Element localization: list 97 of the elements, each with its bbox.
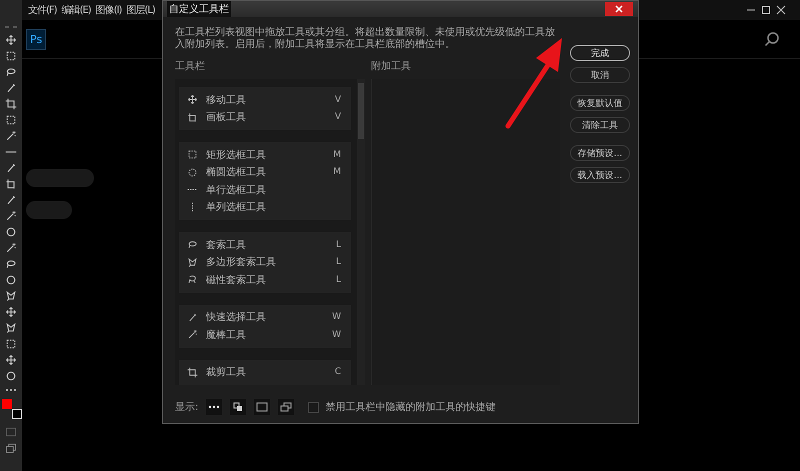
tool-icon[interactable] [5,194,17,206]
shortcut-key: L [336,257,341,268]
app-logo: Ps [26,28,46,50]
tool-name[interactable]: 移动工具 [206,92,327,107]
tool-icon [187,239,198,250]
tool-icon[interactable] [5,274,17,286]
tool-group[interactable]: 快速选择工具 W 魔棒工具 W [179,304,351,348]
close-icon [615,5,623,13]
screen-mode-icon [280,402,292,412]
tool-group[interactable]: 矩形选框工具 M 椭圆选框工具 M 单行选框工具 单列选框工具 [179,142,351,220]
close-button[interactable] [605,2,633,16]
tool-name[interactable]: 快速选择工具 [206,310,324,324]
background-swatch[interactable] [12,409,22,419]
tool-icon [187,149,198,160]
tool-icon[interactable] [5,162,17,174]
tool-icon[interactable] [5,290,17,302]
shortcut-key: C [334,367,341,378]
search-icon[interactable] [764,31,780,47]
dialog-button[interactable]: 存储预设... [570,145,630,161]
tool-icon[interactable] [5,226,17,238]
tool-icon[interactable] [5,34,17,46]
tool-icon[interactable] [5,82,17,94]
display-label: 显示: [175,401,198,414]
tool-name[interactable]: 多边形套索工具 [206,255,328,270]
tool-name[interactable]: 椭圆选框工具 [206,165,326,180]
menu-item[interactable]: 编辑(E) [62,3,91,17]
tool-icon[interactable] [5,210,17,222]
tool-icon[interactable] [5,50,17,62]
tool-icon [187,112,198,123]
shortcut-key: V [334,94,341,105]
menu-item[interactable]: 文件(F) [28,3,57,17]
swatches-icon [233,402,244,412]
tool-icon[interactable] [5,178,17,190]
tool-icon [187,274,198,286]
shortcut-key: V [334,112,341,122]
close-icon[interactable] [776,5,786,15]
tool-icon[interactable] [5,370,17,382]
tool-name[interactable]: 磁性套索工具 [206,272,328,287]
shortcut-key: M [333,150,341,160]
tool-icon[interactable] [5,130,17,142]
tool-icon[interactable] [5,242,17,254]
tool-icon[interactable] [5,66,17,78]
foreground-swatch[interactable] [2,399,12,409]
tool-icon[interactable] [5,258,17,270]
menu-item[interactable]: 图像(I) [96,3,122,17]
more-icon [208,405,220,409]
scrollbar[interactable] [357,79,365,385]
tool-name[interactable]: 魔棒工具 [206,328,324,342]
tool-name[interactable]: 裁剪工具 [206,365,327,380]
dialog-title: 自定义工具栏 [167,1,231,17]
description-text: 在工具栏列表视图中拖放工具或其分组。将超出数量限制、未使用或优先级低的工具放入附加列表。启用后，附加工具将显示在工具栏底部的槽位中。 [175,27,556,51]
tool-icon[interactable] [5,98,17,110]
tool-icon [187,329,198,340]
toolbar-label: 工具栏 [175,60,206,73]
shortcut-key: W [332,330,341,340]
tool-group[interactable]: 裁剪工具 C [179,360,351,385]
dialog-button[interactable]: 取消 [570,67,630,83]
tool-icon[interactable] [5,354,17,366]
tool-name[interactable]: 单行选框工具 [206,182,341,197]
tool-group[interactable]: 套索工具 L 多边形套索工具 L 磁性套索工具 L [179,232,351,292]
rectangle-icon [256,402,268,412]
tool-icon[interactable] [5,114,17,126]
shortcut-key: L [336,274,341,285]
screen-mode-icon[interactable] [5,442,17,454]
placeholder-bar [26,201,72,219]
shortcut-key: M [333,167,341,178]
tool-icon[interactable] [5,322,17,334]
shortcut-key: L [336,240,341,250]
tool-icon [187,256,198,268]
color-swap-button[interactable] [230,399,246,415]
dialog-button[interactable]: 恢复默认值 [570,95,630,111]
tool-name[interactable]: 单列选框工具 [206,200,341,214]
tool-icon[interactable] [5,338,17,350]
maximize-icon[interactable] [761,5,771,15]
more-tools-button[interactable] [206,399,222,415]
panel-collapse-icon[interactable] [4,24,18,30]
tool-name[interactable]: 矩形选框工具 [206,148,326,162]
tool-group[interactable]: 移动工具 V 画板工具 V [179,87,351,130]
dialog-button[interactable]: 清除工具 [570,117,630,133]
tool-name[interactable]: 画板工具 [206,110,327,124]
tool-icon [187,94,198,106]
tool-icon [187,366,198,378]
tool-icon[interactable] [5,306,17,318]
placeholder-bar [26,169,94,187]
screen-mode-button[interactable] [278,399,294,415]
extra-tools-label: 附加工具 [371,60,412,73]
shortcut-key: W [332,312,341,322]
tool-icon [187,166,198,178]
tool-name[interactable]: 套索工具 [206,238,328,252]
dialog-button[interactable]: 载入预设... [570,167,630,183]
menu-item[interactable]: 图层(L) [126,3,155,17]
dialog-button[interactable]: 完成 [570,45,630,61]
mask-icon[interactable] [5,426,17,438]
checkbox-label[interactable]: 禁用工具栏中隐藏的附加工具的快捷键 [325,400,496,414]
checkbox[interactable] [308,402,320,412]
quick-mask-button[interactable] [254,399,270,415]
tool-icon [187,312,198,323]
